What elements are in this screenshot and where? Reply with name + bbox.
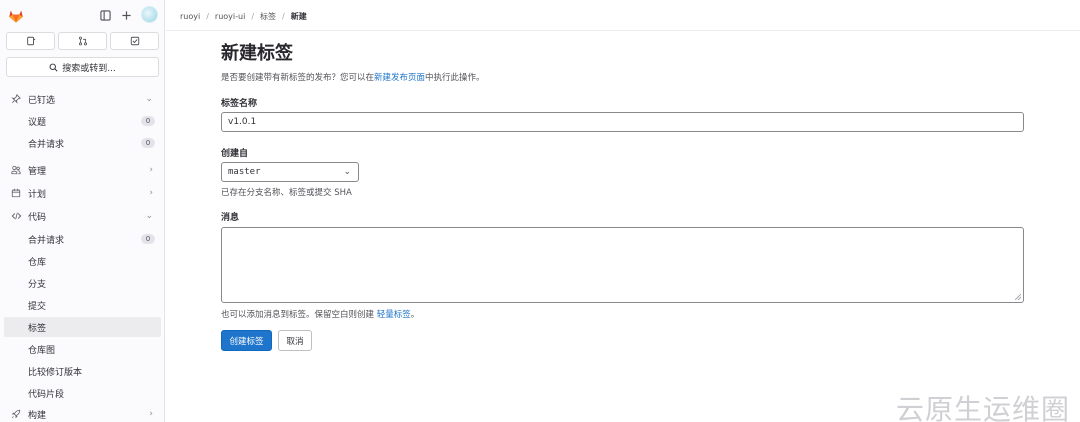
- sidebar-item-label: 计划: [28, 189, 47, 200]
- chevron-down-icon: ⌄: [343, 167, 351, 177]
- header-divider: [166, 30, 1080, 31]
- merge-request-icon: [78, 36, 87, 46]
- plus-icon[interactable]: [119, 8, 133, 22]
- issues-icon: [26, 36, 35, 46]
- sidebar-item-label: 标签: [28, 323, 47, 334]
- sidebar-item-label: 比较修订版本: [28, 367, 83, 378]
- watermark: 云原生运维圈: [896, 393, 1071, 422]
- breadcrumb-separator: /: [251, 11, 255, 21]
- merge-requests-button[interactable]: [58, 32, 107, 50]
- sidebar-item-label: 构建: [28, 410, 47, 421]
- breadcrumb-item-tags[interactable]: 标签: [260, 11, 276, 22]
- sidebar-item-label: 提交: [28, 301, 47, 312]
- lightweight-tag-link[interactable]: 轻量标签: [377, 310, 411, 320]
- sidebar-item-label: 仓库图: [28, 345, 56, 356]
- search-icon: [49, 63, 58, 72]
- chevron-right-icon: ›: [149, 165, 153, 175]
- breadcrumb-separator: /: [282, 11, 285, 21]
- message-textarea[interactable]: [221, 227, 1024, 303]
- sidebar-item-label: 议题: [28, 117, 47, 128]
- sidebar-item-issues[interactable]: 议题 0: [0, 111, 165, 131]
- sidebar-item-label: 代码: [28, 212, 47, 223]
- chevron-right-icon: ›: [149, 188, 153, 198]
- sidebar-item-commits[interactable]: 提交: [0, 295, 165, 315]
- page-title: 新建标签: [221, 43, 293, 64]
- description-text: 是否要创建带有新标签的发布？您可以在: [221, 73, 375, 83]
- search-button-label: 搜索或转到...: [62, 63, 116, 74]
- create-from-label: 创建自: [221, 149, 249, 159]
- create-from-dropdown[interactable]: master ⌄: [221, 162, 359, 182]
- sidebar-item-merge-requests[interactable]: 合并请求 0: [0, 133, 165, 153]
- chevron-down-icon: ⌄: [145, 94, 153, 104]
- message-help: 也可以添加消息到标签。保留空白则创建 轻量标签。: [221, 308, 419, 320]
- new-release-page-link[interactable]: 新建发布页面: [374, 73, 425, 83]
- avatar[interactable]: [141, 6, 158, 23]
- todos-button[interactable]: [110, 32, 159, 50]
- sidebar-item-label: 仓库: [28, 257, 47, 268]
- sidebar-item-label: 分支: [28, 279, 47, 290]
- sidebar-top: [0, 0, 165, 30]
- sidebar-item-label: 合并请求: [28, 235, 65, 246]
- count-badge: 0: [141, 234, 155, 244]
- sidebar-item-pinned[interactable]: 已钉选 ⌄: [0, 89, 165, 109]
- sidebar-item-branches[interactable]: 分支: [0, 273, 165, 293]
- sidebar-item-label: 管理: [28, 166, 47, 177]
- breadcrumb-item-group[interactable]: ruoyi: [180, 12, 200, 21]
- gitlab-logo-icon[interactable]: [7, 6, 25, 24]
- rocket-icon: [10, 408, 22, 420]
- breadcrumb-item-current: 新建: [290, 11, 307, 21]
- issues-button[interactable]: [6, 32, 55, 50]
- code-icon: [10, 210, 22, 222]
- breadcrumb: ruoyi / ruoyi-ui / 标签 / 新建: [180, 10, 307, 22]
- sidebar-quick-buttons: [6, 32, 159, 50]
- sidebar-item-snippets[interactable]: 代码片段: [0, 383, 165, 403]
- pin-icon: [10, 93, 22, 105]
- sidebar: 搜索或转到... 已钉选 ⌄ 议题 0 合并请求 0 管理 › 计划 › 代码 …: [0, 0, 165, 422]
- tag-name-label: 标签名称: [221, 99, 258, 109]
- resize-handle-icon[interactable]: [1015, 294, 1021, 300]
- sidebar-item-build[interactable]: 构建 ›: [0, 404, 165, 422]
- description-text: 中执行此操作。: [425, 73, 485, 83]
- sidebar-item-plan[interactable]: 计划 ›: [0, 183, 165, 203]
- sidebar-item-label: 已钉选: [28, 95, 56, 106]
- app-window: 搜索或转到... 已钉选 ⌄ 议题 0 合并请求 0 管理 › 计划 › 代码 …: [0, 0, 1080, 422]
- todo-icon: [130, 36, 139, 46]
- breadcrumb-item-project[interactable]: ruoyi-ui: [215, 12, 245, 21]
- sidebar-item-tags[interactable]: 标签: [4, 317, 161, 337]
- calendar-icon: [10, 187, 22, 199]
- cancel-button[interactable]: 取消: [278, 330, 312, 351]
- sidebar-item-manage[interactable]: 管理 ›: [0, 160, 165, 180]
- sidebar-item-code-merge-requests[interactable]: 合并请求 0: [0, 229, 165, 249]
- page-description: 是否要创建带有新标签的发布？您可以在新建发布页面中执行此操作。: [221, 71, 485, 83]
- message-help-text: 也可以添加消息到标签。保留空白则创建: [221, 310, 377, 320]
- create-tag-button[interactable]: 创建标签: [221, 330, 272, 351]
- chevron-right-icon: ›: [149, 409, 153, 419]
- sidebar-item-code[interactable]: 代码 ⌄: [0, 206, 165, 226]
- sidebar-toggle-icon[interactable]: [98, 8, 112, 22]
- sidebar-item-repository-graph[interactable]: 仓库图: [0, 339, 165, 359]
- message-label: 消息: [221, 213, 240, 223]
- sidebar-item-label: 代码片段: [28, 389, 65, 400]
- create-from-value: master: [228, 167, 261, 177]
- chevron-down-icon: ⌄: [145, 211, 153, 221]
- sidebar-item-label: 合并请求: [28, 139, 65, 150]
- create-from-help: 已存在分支名称、标签或提交 SHA: [221, 188, 352, 198]
- count-badge: 0: [141, 138, 155, 148]
- message-help-text: 。: [410, 310, 420, 320]
- sidebar-item-repository[interactable]: 仓库: [0, 251, 165, 271]
- tag-name-input[interactable]: [221, 112, 1024, 132]
- sidebar-item-compare[interactable]: 比较修订版本: [0, 361, 165, 381]
- count-badge: 0: [141, 116, 155, 126]
- search-button[interactable]: 搜索或转到...: [6, 57, 159, 77]
- breadcrumb-separator: /: [206, 11, 209, 21]
- users-icon: [10, 164, 22, 176]
